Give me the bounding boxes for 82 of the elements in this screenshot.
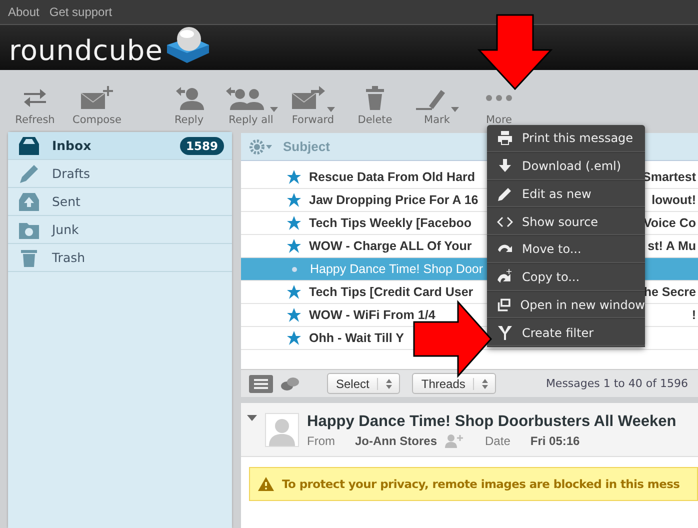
star-icon[interactable] <box>287 216 301 230</box>
message-subject: lowout! <box>652 193 696 207</box>
threads-dropdown[interactable]: Threads <box>412 373 496 394</box>
message-subject: Voice Co <box>643 216 696 230</box>
sender-name[interactable]: Jo-Ann Stores <box>355 434 438 448</box>
menu-icon <box>497 296 512 313</box>
star-icon[interactable] <box>287 331 301 345</box>
menu-item[interactable]: Copy to... <box>487 264 645 292</box>
unread-count: 1589 <box>180 136 224 154</box>
message-subject: Smartest <box>642 170 696 184</box>
menu-item[interactable]: Print this message <box>487 125 645 153</box>
folder-item[interactable]: Drafts <box>8 160 232 188</box>
toolbar-icon <box>22 87 48 109</box>
menu-item[interactable]: Download (.eml) <box>487 152 645 180</box>
folder-item[interactable]: Inbox 1589 <box>8 132 232 160</box>
threads-icon[interactable] <box>281 376 299 390</box>
folder-item[interactable]: Sent <box>8 188 232 216</box>
field-label: Date <box>485 434 510 448</box>
menu-item[interactable]: Open in new window <box>487 292 645 320</box>
menu-item[interactable]: Show source <box>487 208 645 236</box>
toolbar-button[interactable]: Refresh <box>4 84 66 126</box>
warning-banner: To protect your privacy, remote images are blocked in this mess <box>249 467 698 501</box>
message-subject: Tech Tips Weekly [Faceboo <box>309 216 472 230</box>
menu-icon <box>497 158 513 174</box>
message-subject: WOW - Charge ALL Of Your <box>309 239 472 253</box>
message-subject: Tech Tips [Credit Card User <box>309 285 474 299</box>
folder-icon <box>18 192 40 212</box>
star-icon[interactable] <box>287 170 301 184</box>
star-icon[interactable] <box>287 285 301 299</box>
message-count: Messages 1 to 40 of 1596 <box>546 377 688 390</box>
menu-icon <box>497 130 513 146</box>
avatar-icon <box>265 413 299 447</box>
message-subject: Ohh - Wait Till Y <box>309 331 404 345</box>
folder-item[interactable]: Junk <box>8 216 232 244</box>
message-subject: Happy Dance Time! Shop Door <box>310 262 484 276</box>
folder-icon <box>18 248 40 268</box>
toolbar-icon <box>174 86 204 110</box>
message-subject: WOW - WiFi From 1/4 <box>309 308 436 322</box>
warning-icon <box>258 477 274 491</box>
caret-icon[interactable] <box>327 107 335 112</box>
caret-icon[interactable] <box>451 107 459 112</box>
folder-icon <box>18 164 40 184</box>
settings-icon[interactable] <box>249 138 273 154</box>
star-icon[interactable] <box>287 239 301 253</box>
toolbar-icon <box>365 86 385 110</box>
menu-icon <box>497 186 513 202</box>
message-subject: Jaw Dropping Price For A 16 <box>309 193 478 207</box>
menu-icon <box>497 269 513 286</box>
folder-icon <box>18 136 40 156</box>
toolbar-button[interactable]: More <box>468 84 530 126</box>
menu-item[interactable]: Create filter <box>487 319 645 347</box>
top-link[interactable]: About <box>8 5 40 19</box>
logo-text: roundcube <box>9 34 163 67</box>
toolbar-icon <box>484 93 514 103</box>
toolbar-icon <box>80 86 114 110</box>
message-subject: Rescue Data From Old Hard <box>309 170 476 184</box>
top-link[interactable]: Get support <box>49 5 112 19</box>
toolbar-button[interactable]: Delete <box>344 84 406 126</box>
message-subject: he Secre <box>644 285 696 299</box>
toolbar-button[interactable]: Mark <box>406 84 468 126</box>
list-view-icon[interactable] <box>249 374 273 392</box>
message-title: Happy Dance Time! Shop Doorbusters All Weeken <box>307 413 676 431</box>
toolbar-button[interactable]: Compose <box>66 84 128 126</box>
cube-logo-icon <box>164 24 211 64</box>
menu-item[interactable]: Move to... <box>487 236 645 264</box>
caret-icon[interactable] <box>270 107 278 112</box>
toolbar-button[interactable]: Forward <box>282 84 344 126</box>
star-icon[interactable] <box>287 308 301 322</box>
toolbar-button[interactable]: Reply all <box>220 84 282 126</box>
select-dropdown[interactable]: Select <box>327 373 400 394</box>
folder-item[interactable]: Trash <box>8 244 232 272</box>
star-icon[interactable] <box>287 193 301 207</box>
toolbar-icon <box>291 86 325 110</box>
message-date: Fri 05:16 <box>530 434 580 448</box>
menu-icon <box>497 324 513 341</box>
collapse-icon[interactable] <box>247 415 257 421</box>
dot-icon[interactable] <box>292 266 297 272</box>
toolbar-button[interactable]: Reply <box>158 84 220 126</box>
message-subject: ! <box>692 308 696 322</box>
field-label: From <box>307 434 335 448</box>
menu-item[interactable]: Edit as new <box>487 180 645 208</box>
message-subject: st! A Mu <box>648 239 696 253</box>
